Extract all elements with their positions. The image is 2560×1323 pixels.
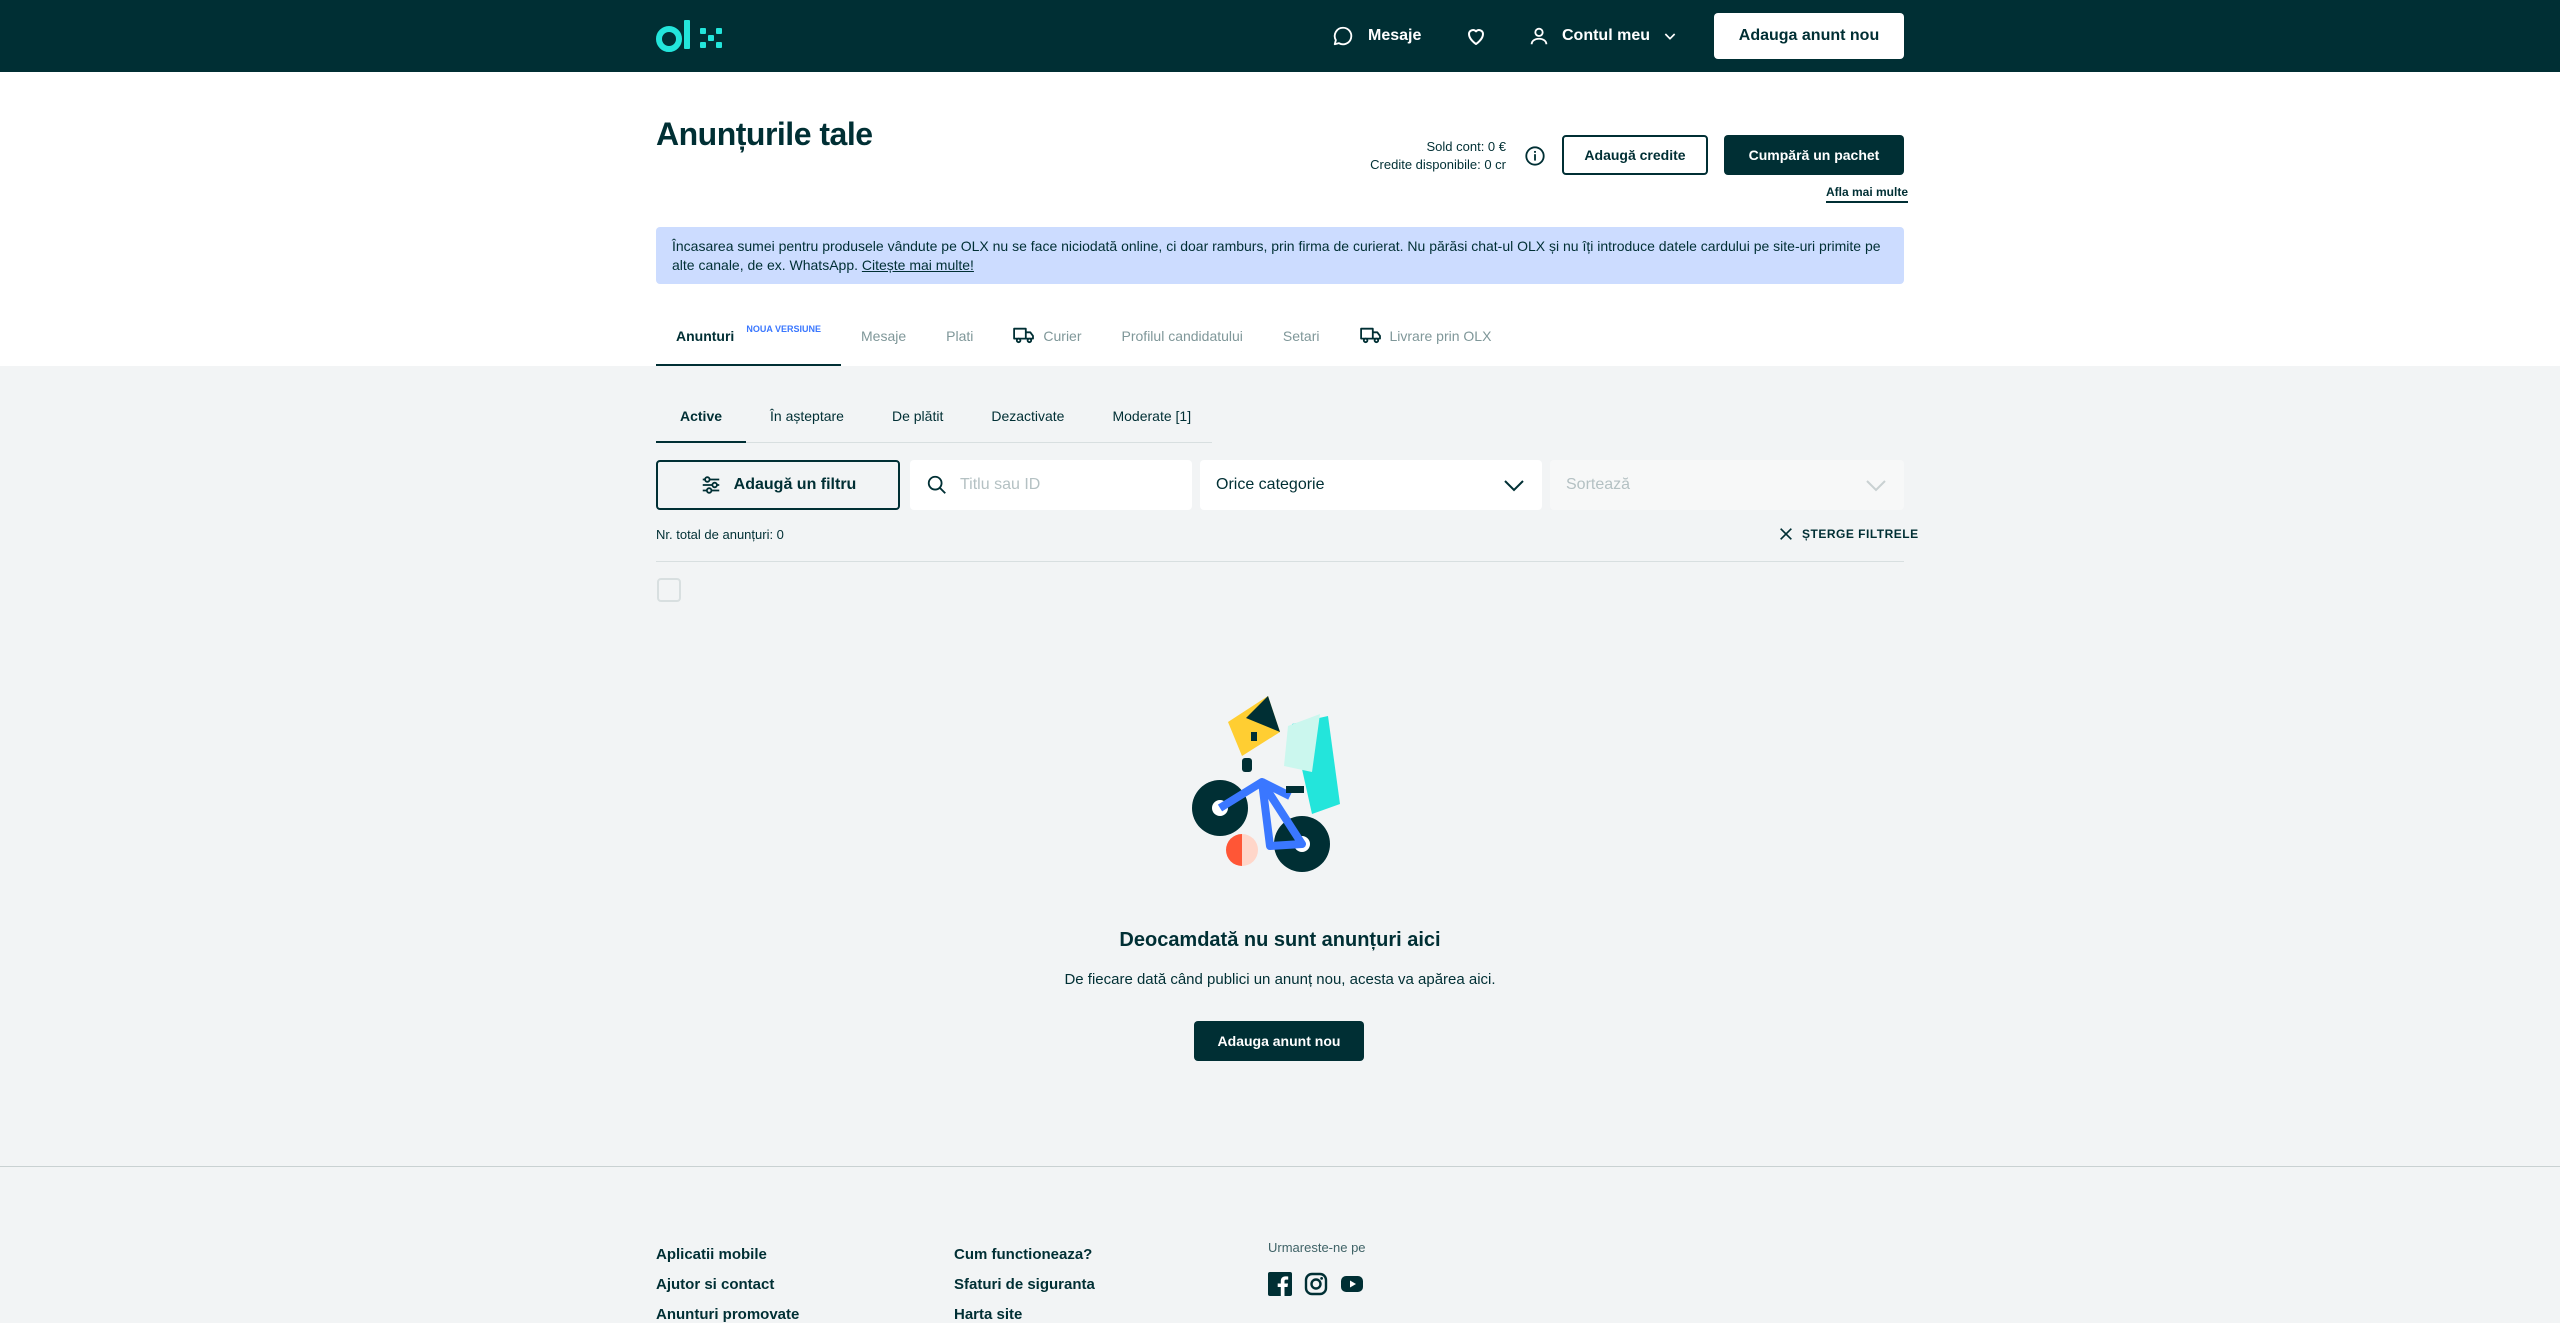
- empty-state-post-ad-button[interactable]: Adauga anunt nou: [1194, 1021, 1364, 1061]
- subtab-deactivated[interactable]: Dezactivate: [967, 398, 1088, 443]
- sliders-icon: [702, 476, 719, 494]
- new-version-badge: NOUA VERSIUNE: [746, 324, 822, 334]
- follow-us-label: Urmareste-ne pe: [1268, 1240, 1366, 1255]
- clear-filters-label: ȘTERGE FILTRELE: [1802, 527, 1919, 541]
- youtube-icon[interactable]: [1340, 1272, 1364, 1296]
- tab-settings-label: Setari: [1282, 328, 1320, 344]
- balance-line: Sold cont: 0 €: [1426, 139, 1507, 154]
- safety-notice-text: Încasarea sumei pentru produsele vândute…: [672, 238, 1881, 273]
- facebook-icon[interactable]: [1268, 1272, 1292, 1296]
- learn-more-link[interactable]: Afla mai multe: [1826, 185, 1909, 203]
- sort-select-placeholder: Sortează: [1566, 476, 1631, 493]
- tab-olx-delivery-label: Livrare prin OLX: [1389, 328, 1492, 344]
- credits-line: Credite disponibile: 0 cr: [1370, 157, 1506, 172]
- account-balance: Sold cont: 0 € Credite disponibile: 0 cr: [1300, 138, 1506, 174]
- tab-candidate-profile[interactable]: Profilul candidatului: [1102, 318, 1263, 366]
- search-field[interactable]: [910, 460, 1192, 510]
- truck-icon: [1013, 327, 1035, 344]
- add-filter-label: Adaugă un filtru: [733, 476, 857, 493]
- search-input[interactable]: [960, 476, 1180, 494]
- footer-link-how-it-works[interactable]: Cum functioneaza?: [954, 1246, 1092, 1263]
- tab-settings[interactable]: Setari: [1263, 318, 1340, 366]
- nav-messages-label: Mesaje: [1368, 27, 1422, 44]
- tab-ads-label: Anunturi: [676, 328, 735, 344]
- category-select[interactable]: Orice categorie: [1200, 460, 1542, 510]
- select-all-checkbox[interactable]: [657, 578, 681, 602]
- ad-status-tabs: Active În așteptare De plătit Dezactivat…: [656, 398, 1212, 443]
- buy-package-button[interactable]: Cumpără un pachet: [1724, 135, 1904, 175]
- chevron-down-icon: [1504, 480, 1524, 492]
- subtab-active[interactable]: Active: [656, 398, 747, 443]
- top-navigation-bar: olx Mesaje Contul meu Adauga anunt nou: [0, 0, 2560, 72]
- add-filter-button[interactable]: Adaugă un filtru: [656, 460, 900, 510]
- add-credits-button[interactable]: Adaugă credite: [1562, 135, 1708, 175]
- tab-messages-label: Mesaje: [861, 328, 907, 344]
- tab-courier[interactable]: Curier: [993, 318, 1101, 366]
- chevron-down-icon: [1664, 33, 1676, 40]
- footer-link-safety-tips[interactable]: Sfaturi de siguranta: [954, 1276, 1095, 1293]
- footer-link-help-contact[interactable]: Ajutor si contact: [656, 1276, 774, 1293]
- instagram-icon[interactable]: [1304, 1272, 1328, 1296]
- chevron-down-icon: [1866, 480, 1886, 492]
- tab-payments[interactable]: Plati: [926, 318, 993, 366]
- subtab-moderated[interactable]: Moderate [1]: [1088, 398, 1215, 443]
- user-icon: [1530, 27, 1548, 45]
- tab-payments-label: Plati: [946, 328, 974, 344]
- empty-state-subtitle: De fiecare dată când publici un anunț no…: [1064, 971, 1496, 988]
- empty-state-illustration: [1192, 696, 1340, 872]
- read-more-link[interactable]: Citește mai multe!: [862, 257, 974, 273]
- tab-candidate-profile-label: Profilul candidatului: [1121, 328, 1243, 344]
- heart-icon[interactable]: [1464, 24, 1488, 48]
- subtab-pending[interactable]: În așteptare: [746, 398, 868, 443]
- footer-link-mobile-apps[interactable]: Aplicatii mobile: [656, 1246, 767, 1263]
- footer-divider: [0, 1166, 2560, 1167]
- category-select-value: Orice categorie: [1216, 476, 1325, 493]
- total-ads-count: Nr. total de anunțuri: 0: [656, 527, 784, 542]
- nav-account-label: Contul meu: [1562, 27, 1650, 44]
- list-divider: [656, 561, 1904, 562]
- chat-bubble-icon: [1333, 26, 1353, 46]
- nav-account[interactable]: Contul meu: [1528, 24, 1678, 48]
- tab-ads[interactable]: Anunturi NOUA VERSIUNE: [656, 318, 842, 366]
- tab-courier-label: Curier: [1043, 328, 1082, 344]
- tab-olx-delivery[interactable]: Livrare prin OLX: [1340, 318, 1512, 366]
- close-icon: [1780, 528, 1792, 540]
- safety-notice-banner: Încasarea sumei pentru produsele vândute…: [656, 227, 1904, 284]
- clear-filters-button[interactable]: ȘTERGE FILTRELE: [1778, 526, 1919, 542]
- subtab-to-pay[interactable]: De plătit: [868, 398, 967, 443]
- info-icon[interactable]: [1524, 145, 1546, 167]
- tab-messages[interactable]: Mesaje: [841, 318, 926, 366]
- olx-logo[interactable]: olx: [656, 18, 730, 56]
- account-tabs: Anunturi NOUA VERSIUNE Mesaje Plati Curie…: [656, 318, 1511, 366]
- empty-state-title: Deocamdată nu sunt anunțuri aici: [1119, 929, 1441, 951]
- sort-select[interactable]: Sortează: [1550, 460, 1904, 510]
- nav-messages[interactable]: Mesaje: [1332, 24, 1421, 48]
- truck-icon: [1359, 327, 1381, 344]
- post-ad-button[interactable]: Adauga anunt nou: [1714, 13, 1904, 59]
- footer-link-promoted-ads[interactable]: Anunturi promovate: [656, 1306, 799, 1323]
- page-title: Anunțurile tale: [656, 116, 873, 152]
- search-icon: [927, 475, 946, 494]
- footer-link-sitemap[interactable]: Harta site: [954, 1306, 1022, 1323]
